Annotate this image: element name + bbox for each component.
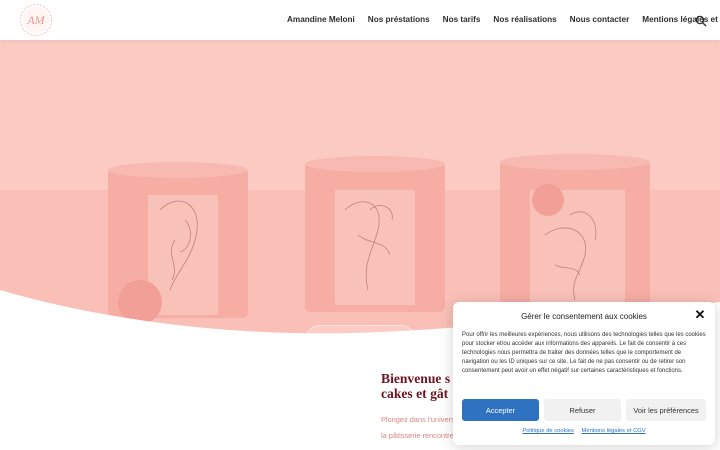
logo-text: AM [26, 13, 45, 27]
cookie-preferences-button[interactable]: Voir les préférences [626, 399, 706, 421]
accept-cookies-button[interactable]: Accepter [462, 399, 539, 421]
cookie-consent-dialog: Gérer le consentement aux cookies ✕ Pour… [453, 302, 715, 445]
nav-mentions-legales[interactable]: Mentions légales et CGV [642, 15, 720, 24]
cookie-links: Politique de cookies Mentions légales et… [453, 428, 715, 434]
main-nav: Amandine Meloni Nos préstations Nos tari… [287, 15, 720, 24]
hero-realisations-button[interactable]: NOS RÉALISATIONS [305, 325, 416, 340]
cookie-policy-link[interactable]: Politique de cookies [522, 428, 574, 434]
nav-amandine-meloni[interactable]: Amandine Meloni [287, 15, 355, 24]
nav-prestations[interactable]: Nos préstations [368, 15, 430, 24]
nav-realisations[interactable]: Nos réalisations [493, 15, 556, 24]
hero-section: NOS RÉALISATIONS [0, 40, 720, 340]
cookie-description: Pour offrir les meilleures expériences, … [462, 332, 706, 374]
nav-contact[interactable]: Nous contacter [570, 15, 630, 24]
nav-tarifs[interactable]: Nos tarifs [443, 15, 481, 24]
search-icon[interactable] [695, 15, 707, 27]
hero-background [0, 40, 720, 340]
cookie-title: Gérer le consentement aux cookies [521, 312, 647, 321]
close-icon[interactable]: ✕ [693, 308, 707, 322]
legal-mentions-link[interactable]: Mentions légales et CGV [582, 428, 646, 434]
site-logo[interactable]: AM [18, 3, 54, 37]
site-header: AM Amandine Meloni Nos préstations Nos t… [0, 0, 720, 40]
refuse-cookies-button[interactable]: Refuser [544, 399, 621, 421]
